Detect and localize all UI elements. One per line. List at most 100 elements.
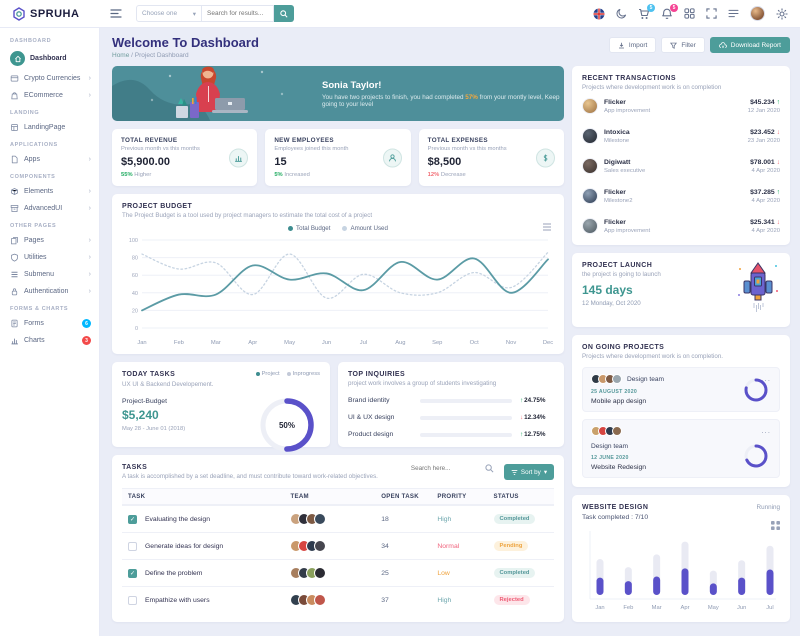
svg-text:Apr: Apr xyxy=(248,340,257,346)
svg-text:May: May xyxy=(708,605,719,611)
svg-text:May: May xyxy=(284,340,295,346)
sidebar-item-elements[interactable]: Elements› xyxy=(0,183,99,200)
chevron-right-icon: › xyxy=(89,188,91,195)
progress-bar xyxy=(420,416,512,420)
more-options-icon[interactable]: ... xyxy=(761,429,771,433)
chevron-right-icon: › xyxy=(89,92,91,99)
transaction-row: IntoxicaMilestone $23.452 ↓23 Jan 2020 xyxy=(582,121,780,151)
sidebar-item-dashboard[interactable]: Dashboard xyxy=(0,47,99,70)
task-checkbox[interactable]: ✓ xyxy=(128,569,137,578)
svg-text:20: 20 xyxy=(132,308,138,314)
search-icon xyxy=(280,10,288,18)
activity-list-icon[interactable] xyxy=(728,9,739,18)
chevron-right-icon: › xyxy=(89,288,91,295)
app-logo[interactable]: SPRUHA xyxy=(0,7,100,21)
sort-by-button[interactable]: Sort by▾ xyxy=(504,464,554,480)
stat-card-total-revenue: TOTAL REVENUE Previous month vs this mon… xyxy=(112,129,257,186)
category-select[interactable]: Choose one ▾ xyxy=(136,5,202,22)
sidebar-item-landingpage[interactable]: LandingPage xyxy=(0,119,99,136)
legend-total-budget[interactable]: Total Budget xyxy=(288,225,330,232)
app-name: SPRUHA xyxy=(30,8,79,20)
banner-message: You have two projects to finish, you had… xyxy=(322,94,564,108)
notifications-bell-icon[interactable]: 5 xyxy=(661,8,673,20)
download-report-button[interactable]: Download Report xyxy=(710,37,790,53)
svg-text:Sep: Sep xyxy=(432,340,442,346)
trend-down-icon: ↓ xyxy=(520,414,523,421)
cloud-download-icon xyxy=(719,42,727,49)
fullscreen-icon[interactable] xyxy=(706,8,717,19)
stat-card-new-employees: NEW EMPLOYEES Employees joined this mont… xyxy=(265,129,410,186)
avatar xyxy=(582,188,598,204)
chart-menu-icon[interactable] xyxy=(771,521,780,530)
transaction-row: FlickerApp improvement $25.341 ↓4 Apr 20… xyxy=(582,211,780,241)
sidebar-item-advancedui[interactable]: AdvancedUI› xyxy=(0,200,99,217)
trend-down-icon: ↓ xyxy=(777,159,780,166)
search-input[interactable] xyxy=(202,5,274,22)
task-checkbox[interactable]: ✓ xyxy=(128,596,137,605)
chevron-down-icon: ▾ xyxy=(193,10,196,18)
chevron-right-icon: › xyxy=(89,156,91,163)
sidebar-item-ecommerce[interactable]: ECommerce› xyxy=(0,87,99,104)
sidebar-item-utilities[interactable]: Utilities› xyxy=(0,249,99,266)
sidebar-item-authentication[interactable]: Authentication› xyxy=(0,283,99,300)
sidebar-item-forms[interactable]: Forms 6 xyxy=(0,315,99,332)
sidebar-section-other-pages: OTHER PAGES xyxy=(0,217,99,232)
svg-text:Jan: Jan xyxy=(595,605,604,611)
lock-icon xyxy=(10,287,19,296)
sidebar-item-apps[interactable]: Apps› xyxy=(0,151,99,168)
banner-progress-highlight: 57% xyxy=(465,94,478,101)
menu-toggle-icon[interactable] xyxy=(110,9,122,18)
dark-mode-icon[interactable] xyxy=(616,8,627,19)
svg-text:40: 40 xyxy=(132,291,138,297)
filter-button[interactable]: Filter xyxy=(661,37,704,53)
donut-percent-label: 50% xyxy=(258,396,316,454)
sidebar-section-applications: APPLICATIONS xyxy=(0,136,99,151)
team-avatars xyxy=(290,513,381,525)
stat-card-total-expenses: TOTAL EXPENSES Previous month vs this mo… xyxy=(419,129,564,186)
notifications-badge: 5 xyxy=(670,4,678,12)
table-header-row: TASK TEAM OPEN TASK PRORITY STATUS xyxy=(122,488,554,505)
project-progress-ring xyxy=(743,443,769,469)
file-icon xyxy=(10,155,19,164)
task-checkbox[interactable]: ✓ xyxy=(128,542,137,551)
ongoing-project-item: ... Design team 12 JUNE 2020 Website Red… xyxy=(582,419,780,478)
sidebar-item-pages[interactable]: Pages› xyxy=(0,232,99,249)
search-button[interactable] xyxy=(274,5,294,22)
legend-amount-used[interactable]: Amount Used xyxy=(342,225,388,232)
sidebar-item-submenu[interactable]: Submenu› xyxy=(0,266,99,283)
sidebar-item-charts[interactable]: Charts 3 xyxy=(0,332,99,349)
svg-text:0: 0 xyxy=(135,326,138,332)
sidebar-item-crypto-currencies[interactable]: Crypto Currencies› xyxy=(0,70,99,87)
breadcrumb-home[interactable]: Home xyxy=(112,52,129,59)
top-inquiries-card: TOP INQUIRIES project work involves a gr… xyxy=(338,362,564,447)
project-launch-card: PROJECT LAUNCH the project is going to l… xyxy=(572,253,790,327)
dollar-icon xyxy=(536,148,555,167)
tasks-card: TASKS A task is accomplished by a set de… xyxy=(112,455,564,622)
team-avatars xyxy=(290,540,381,552)
import-button[interactable]: Import xyxy=(609,37,656,53)
user-avatar[interactable] xyxy=(750,6,765,21)
search-icon[interactable] xyxy=(485,464,494,473)
chart-menu-icon[interactable] xyxy=(542,223,552,231)
settings-gear-icon[interactable] xyxy=(776,8,788,20)
shopping-bag-icon xyxy=(10,91,19,100)
language-flag-icon[interactable] xyxy=(593,8,605,20)
task-checkbox[interactable]: ✓ xyxy=(128,515,137,524)
svg-text:Apr: Apr xyxy=(680,605,689,611)
page-title: Welcome To Dashboard xyxy=(112,35,259,50)
table-row: ✓Define the problem 25 Low Completed xyxy=(122,559,554,586)
website-design-bar-chart[interactable]: JanFebMarAprMayJunJul xyxy=(582,527,780,613)
inquiry-row: UI & UX design ↓12.34% xyxy=(348,414,554,421)
team-avatars xyxy=(591,426,622,436)
project-budget-line-chart[interactable]: 020406080100JanFebMarAprMayJunJulAugSepO… xyxy=(122,232,554,350)
banner-illustration xyxy=(112,66,312,121)
project-budget-card: PROJECT BUDGET The Project Budget is a t… xyxy=(112,194,564,354)
project-progress-ring xyxy=(743,377,769,403)
cart-icon[interactable]: 5 xyxy=(638,8,650,20)
svg-text:Mar: Mar xyxy=(211,340,221,346)
tasks-search-input[interactable] xyxy=(411,465,481,472)
archive-icon xyxy=(10,204,19,213)
apps-grid-icon[interactable] xyxy=(684,8,695,19)
avatar xyxy=(582,158,598,174)
revenue-chart-icon xyxy=(229,148,248,167)
